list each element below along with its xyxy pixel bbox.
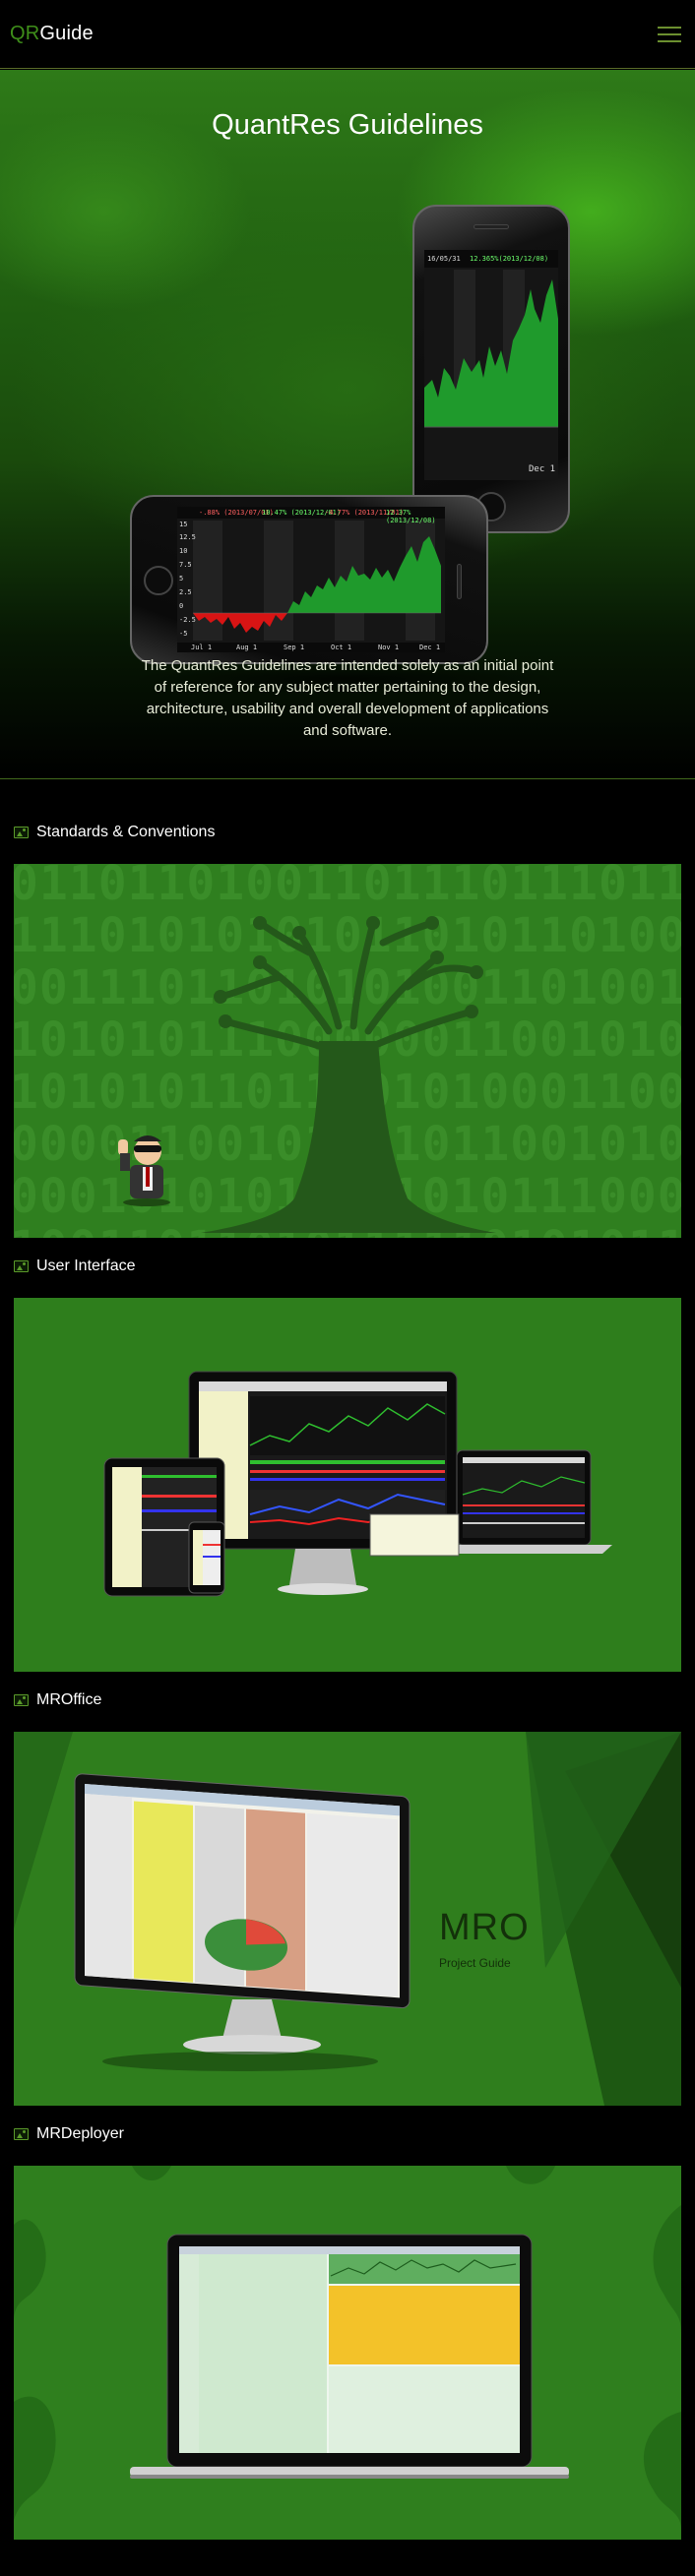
phone-home-button (144, 566, 173, 595)
section-heading-mrdeployer[interactable]: MRDeployer (14, 2124, 124, 2144)
phone-portrait-screen: 16/05/31 12.365%(2013/12/08) Dec 1 (424, 250, 558, 480)
y-tick: 5 (179, 575, 184, 583)
y-tick: -2.5 (179, 616, 196, 624)
logo-prefix: QR (10, 23, 40, 44)
site-logo[interactable]: QRGuide (10, 23, 94, 45)
section-heading-mroffice[interactable]: MROffice (14, 1690, 101, 1710)
y-tick: 2.5 (179, 588, 192, 596)
legend-item-4: 12.37% (2013/12/08) (386, 509, 436, 524)
mrdeployer-laptop-illustration (14, 2166, 681, 2530)
y-tick: 15 (179, 521, 188, 528)
user-interface-banner-image[interactable] (14, 1298, 681, 1672)
section-heading-user-interface[interactable]: User Interface (14, 1257, 135, 1276)
phone-speaker (474, 224, 509, 229)
image-icon (14, 827, 29, 838)
mrdeployer-banner-image[interactable] (14, 2166, 681, 2540)
image-icon (14, 1694, 29, 1706)
portrait-value: 12.365%(2013/12/08) (470, 255, 549, 263)
y-tick: 12.5 (179, 533, 196, 541)
section-title: User Interface (36, 1257, 136, 1274)
image-icon (14, 2128, 29, 2140)
mroffice-banner-image[interactable]: MRO Project Guide (14, 1732, 681, 2106)
section-title: MRDeployer (36, 2125, 124, 2142)
x-tick: Jul 1 (191, 644, 213, 651)
mro-subtitle: Project Guide (439, 1956, 511, 1970)
y-tick: 7.5 (179, 561, 192, 569)
x-tick: Oct 1 (331, 644, 352, 651)
x-tick: Aug 1 (236, 644, 258, 651)
section-title: Standards & Conventions (36, 824, 216, 840)
section-title: MROffice (36, 1691, 102, 1708)
portrait-chart (424, 250, 558, 480)
x-tick: Nov 1 (378, 644, 400, 651)
x-tick: Sep 1 (284, 644, 305, 651)
hero-description: The QuantRes Guidelines are intended sol… (141, 657, 554, 739)
y-tick: -5 (179, 630, 188, 638)
phone-portrait-image: 16/05/31 12.365%(2013/12/08) Dec 1 (412, 205, 570, 533)
mro-title: MRO (439, 1907, 530, 1948)
standards-banner-image[interactable]: 0110110100110111011101101 11101010101011… (14, 864, 681, 1238)
y-tick: 0 (179, 602, 184, 610)
phone-speaker (457, 564, 462, 599)
portrait-ticker: 16/05/31 (427, 255, 461, 263)
hero-divider (0, 778, 695, 779)
mascot-character-icon (118, 1135, 170, 1206)
hero-banner: QuantRes Guidelines 16/05/31 12.365%(201… (0, 70, 695, 778)
mro-monitor-illustration (14, 1732, 681, 2106)
landscape-chart (177, 507, 445, 652)
hamburger-menu-icon[interactable] (656, 24, 683, 45)
image-icon (14, 1260, 29, 1272)
logo-suffix: Guide (39, 23, 94, 44)
phone-landscape-image: -.88% (2013/07/01) 10.47% (2013/12/01) -… (130, 495, 488, 664)
portrait-date-label: Dec 1 (529, 464, 556, 474)
phone-landscape-screen: -.88% (2013/07/01) 10.47% (2013/12/01) -… (177, 507, 445, 652)
section-heading-standards[interactable]: Standards & Conventions (14, 823, 215, 842)
hero-title: QuantRes Guidelines (212, 109, 483, 141)
circuit-tree-illustration (201, 916, 496, 1233)
y-tick: 10 (179, 547, 188, 555)
top-navbar: QRGuide (0, 0, 695, 69)
devices-illustration (103, 1371, 612, 1597)
x-tick: Dec 1 (419, 644, 441, 651)
